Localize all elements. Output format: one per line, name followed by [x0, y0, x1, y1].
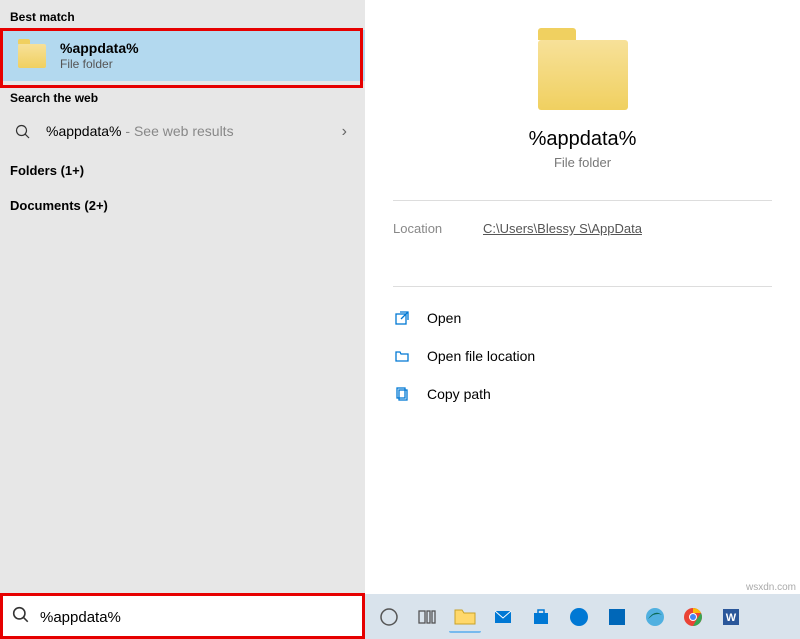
best-match-subtitle: File folder	[60, 57, 139, 71]
best-match-header: Best match	[0, 0, 365, 30]
best-match-title: %appdata%	[60, 40, 139, 56]
folder-location-icon	[393, 347, 411, 365]
preview-panel: %appdata% File folder Location C:\Users\…	[365, 0, 800, 594]
folder-icon-large	[538, 40, 628, 110]
folders-category[interactable]: Folders (1+)	[0, 153, 365, 188]
search-results-panel: Best match %appdata% File folder Search …	[0, 0, 365, 594]
watermark: wsxdn.com	[746, 582, 796, 593]
copy-icon	[393, 385, 411, 403]
preview-title: %appdata%	[365, 128, 800, 151]
location-label: Location	[393, 221, 483, 236]
mail-icon[interactable]	[487, 601, 519, 633]
search-bar[interactable]	[0, 594, 365, 639]
best-match-result[interactable]: %appdata% File folder	[0, 30, 365, 81]
search-web-item[interactable]: %appdata% - See web results ›	[0, 111, 365, 153]
search-icon	[12, 606, 30, 629]
open-icon	[393, 309, 411, 327]
documents-category[interactable]: Documents (2+)	[0, 188, 365, 223]
web-result-text: %appdata%	[46, 123, 122, 139]
folder-icon	[18, 44, 46, 68]
cortana-icon[interactable]	[373, 601, 405, 633]
dell-icon[interactable]	[563, 601, 595, 633]
file-explorer-icon[interactable]	[449, 601, 481, 633]
task-view-icon[interactable]	[411, 601, 443, 633]
copy-path-action[interactable]: Copy path	[393, 375, 772, 413]
search-input[interactable]	[40, 609, 353, 626]
taskbar: W	[365, 594, 800, 639]
edge-icon[interactable]	[639, 601, 671, 633]
chevron-right-icon: ›	[342, 123, 347, 141]
app-icon[interactable]	[601, 601, 633, 633]
preview-subtitle: File folder	[365, 155, 800, 170]
open-file-location-label: Open file location	[427, 348, 535, 364]
open-label: Open	[427, 310, 461, 326]
search-icon	[14, 123, 32, 141]
open-file-location-action[interactable]: Open file location	[393, 337, 772, 375]
store-icon[interactable]	[525, 601, 557, 633]
location-value[interactable]: C:\Users\Blessy S\AppData	[483, 221, 642, 236]
chrome-icon[interactable]	[677, 601, 709, 633]
open-action[interactable]: Open	[393, 299, 772, 337]
svg-text:W: W	[726, 612, 737, 624]
search-web-header: Search the web	[0, 81, 365, 111]
web-result-sub: - See web results	[122, 123, 234, 139]
copy-path-label: Copy path	[427, 386, 491, 402]
word-icon[interactable]: W	[715, 601, 747, 633]
